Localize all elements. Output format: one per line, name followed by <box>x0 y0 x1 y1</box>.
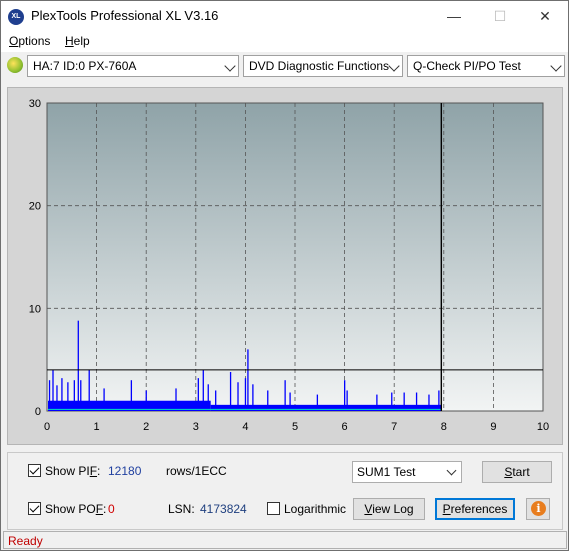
y-tick-label: 20 <box>29 201 41 213</box>
preferences-button[interactable]: Preferences <box>435 498 515 520</box>
menu-help[interactable]: Help <box>65 34 90 48</box>
show-pif-checkbox[interactable] <box>28 464 41 477</box>
pif-bar <box>415 392 418 411</box>
minimize-button[interactable]: — <box>431 1 477 31</box>
x-tick-label: 4 <box>242 421 248 433</box>
drive-icon[interactable] <box>7 57 23 73</box>
status-bar: Ready <box>3 531 567 549</box>
pof-value: 0 <box>108 502 115 516</box>
drive-select-value: HA:7 ID:0 PX-760A <box>33 59 137 73</box>
show-pof-checkbox[interactable] <box>28 502 41 515</box>
pif-unit: rows/1ECC <box>166 464 227 478</box>
drive-select[interactable]: HA:7 ID:0 PX-760A <box>27 55 239 77</box>
close-button[interactable]: ✕ <box>522 1 568 31</box>
pif-bar <box>215 390 217 411</box>
status-text: Ready <box>8 534 43 548</box>
pif-bar <box>88 369 90 411</box>
sum-test-select[interactable]: SUM1 Test <box>352 461 462 483</box>
pif-bar <box>61 378 63 411</box>
pif-bar <box>316 394 319 411</box>
view-log-button[interactable]: View Log <box>353 498 425 520</box>
pif-bar <box>175 388 177 411</box>
pif-bar <box>145 390 147 411</box>
chart-panel: 0 1 2 3 4 5 6 7 8 9 10 0 10 20 30 <box>7 87 563 445</box>
pif-bar <box>346 390 348 411</box>
pif-bar <box>289 392 291 411</box>
chevron-down-icon <box>224 60 236 72</box>
pif-bar <box>56 385 58 411</box>
function-select-value: DVD Diagnostic Functions <box>249 59 390 73</box>
pif-bar <box>376 394 378 411</box>
chevron-down-icon <box>550 60 562 72</box>
x-tick-label: 7 <box>391 421 397 433</box>
pif-bar <box>244 378 247 411</box>
pif-bar <box>267 390 269 411</box>
info-button[interactable]: i <box>526 498 550 520</box>
pif-bar <box>252 384 254 411</box>
pif-bar <box>103 388 105 411</box>
x-tick-label: 2 <box>143 421 149 433</box>
maximize-button[interactable]: ☐ <box>477 1 523 31</box>
chevron-down-icon <box>388 60 400 72</box>
show-pif-label[interactable]: Show PIF: <box>45 464 100 478</box>
x-tick-label: 0 <box>44 421 50 433</box>
pif-bar <box>52 369 54 411</box>
pif-bar <box>202 369 204 411</box>
pif-bar <box>438 390 440 411</box>
pif-bar <box>428 394 430 411</box>
x-tick-label: 9 <box>490 421 496 433</box>
menu-options[interactable]: Options <box>9 34 50 48</box>
info-icon: i <box>531 501 546 516</box>
pif-bar <box>229 371 232 411</box>
pi-po-chart: 0 1 2 3 4 5 6 7 8 9 10 0 10 20 30 <box>29 98 549 433</box>
test-select[interactable]: Q-Check PI/PO Test <box>407 55 565 77</box>
lsn-value: 4173824 <box>200 502 247 516</box>
x-tick-label: 3 <box>193 421 199 433</box>
controls-panel: Show PIF: 12180 rows/1ECC SUM1 Test Star… <box>7 452 563 530</box>
x-tick-label: 8 <box>441 421 447 433</box>
show-pof-label[interactable]: Show POF: <box>45 502 106 516</box>
pif-bar <box>284 380 286 411</box>
start-button[interactable]: Start <box>482 461 552 483</box>
toolbar: HA:7 ID:0 PX-760A DVD Diagnostic Functio… <box>1 52 568 80</box>
pif-bar <box>391 392 393 411</box>
window-title: PlexTools Professional XL V3.16 <box>31 8 219 23</box>
x-tick-label: 10 <box>537 421 549 433</box>
pif-value: 12180 <box>108 464 142 478</box>
app-window: XL PlexTools Professional XL V3.16 — ☐ ✕… <box>0 0 569 551</box>
x-axis-ticks: 0 1 2 3 4 5 6 7 8 9 10 <box>44 421 549 433</box>
pif-bar <box>80 380 82 411</box>
logarithmic-label[interactable]: Logarithmic <box>284 502 346 516</box>
lsn-label: LSN: <box>168 502 195 516</box>
y-tick-label: 30 <box>29 98 41 110</box>
chevron-down-icon <box>446 465 457 476</box>
app-logo-icon: XL <box>8 9 24 25</box>
test-select-value: Q-Check PI/PO Test <box>413 59 521 73</box>
pif-bar <box>344 380 346 411</box>
pif-bar <box>403 392 405 411</box>
x-tick-label: 5 <box>292 421 298 433</box>
x-tick-label: 6 <box>342 421 348 433</box>
pif-bar <box>77 320 79 411</box>
pif-bar <box>48 380 51 411</box>
pif-bar <box>247 349 249 411</box>
y-tick-label: 10 <box>29 303 41 315</box>
title-bar[interactable]: XL PlexTools Professional XL V3.16 — ☐ ✕ <box>1 1 568 31</box>
logarithmic-checkbox[interactable] <box>267 502 280 515</box>
function-select[interactable]: DVD Diagnostic Functions <box>243 55 403 77</box>
pif-bar <box>73 380 75 411</box>
x-tick-label: 1 <box>94 421 100 433</box>
menu-bar: Options Help <box>1 31 568 52</box>
pif-bar <box>67 382 69 411</box>
y-tick-label: 0 <box>35 406 41 418</box>
y-axis-ticks: 0 10 20 30 <box>29 98 41 418</box>
pif-bar <box>207 384 209 411</box>
pif-bar <box>197 378 199 411</box>
pif-bar <box>237 382 239 411</box>
pif-bar <box>130 380 133 411</box>
